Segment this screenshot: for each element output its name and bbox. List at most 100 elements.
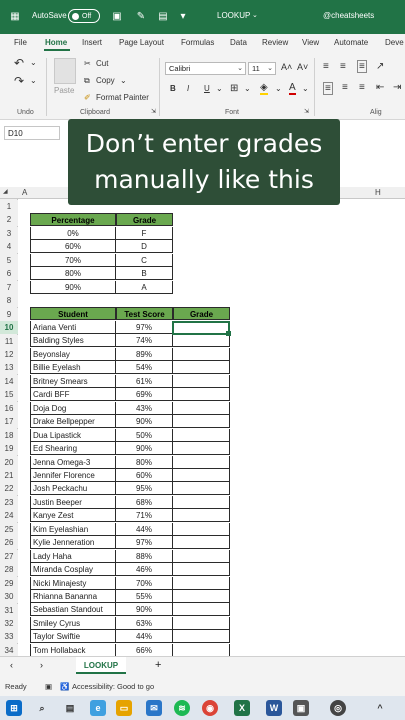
lookup-header-grade[interactable]: Grade — [116, 213, 173, 226]
clipboard-icon[interactable] — [54, 58, 76, 84]
row-number[interactable]: 10 — [0, 321, 18, 335]
test-score-cell[interactable]: 50% — [116, 428, 173, 442]
add-sheet-button[interactable]: + — [155, 659, 161, 671]
student-name-cell[interactable]: Josh Peckachu — [30, 482, 116, 496]
chrome-icon[interactable]: ◉ — [202, 700, 218, 716]
grade-cell[interactable] — [173, 347, 230, 361]
chevron-down-icon[interactable]: ⌄ — [216, 84, 223, 93]
test-score-cell[interactable]: 44% — [116, 522, 173, 536]
dialog-launcher-icon[interactable]: ⇲ — [304, 108, 309, 115]
row-number[interactable]: 6 — [0, 267, 18, 281]
copy-button[interactable]: Copy — [96, 76, 115, 85]
font-name-select[interactable]: Calibri ⌄ — [165, 62, 246, 75]
row-number[interactable]: 25 — [0, 522, 18, 536]
tab-formulas[interactable]: Formulas — [181, 38, 214, 47]
student-name-cell[interactable]: Tom Hollaback — [30, 643, 116, 657]
grade-cell[interactable] — [173, 374, 230, 388]
test-score-cell[interactable]: 88% — [116, 549, 173, 563]
student-name-cell[interactable]: Lady Haha — [30, 549, 116, 563]
save-icon[interactable]: ▣ — [110, 9, 124, 23]
student-name-cell[interactable]: Justin Beeper — [30, 495, 116, 509]
lookup-grade-cell[interactable]: D — [116, 240, 173, 254]
student-name-cell[interactable]: Jennifer Florence — [30, 468, 116, 482]
accessibility-status[interactable]: Accessibility: Good to go — [72, 682, 154, 691]
grade-cell[interactable] — [173, 549, 230, 563]
student-name-cell[interactable]: Taylor Swiftie — [30, 630, 116, 644]
grade-cell[interactable] — [173, 442, 230, 456]
student-name-cell[interactable]: Beyonslay — [30, 347, 116, 361]
shrink-font-icon[interactable]: A˅ — [297, 62, 308, 72]
row-number[interactable]: 16 — [0, 401, 18, 415]
student-name-cell[interactable]: Ed Shearing — [30, 442, 116, 456]
row-number[interactable]: 21 — [0, 469, 18, 482]
lookup-percentage-cell[interactable]: 60% — [30, 240, 116, 254]
test-score-cell[interactable]: 97% — [116, 536, 173, 550]
grade-cell[interactable] — [173, 536, 230, 550]
task-view-icon[interactable]: ▤ — [62, 700, 78, 716]
selected-cell[interactable] — [172, 321, 231, 336]
row-number[interactable]: 24 — [0, 509, 18, 523]
row-number[interactable]: 29 — [0, 576, 18, 590]
students-header-test-score[interactable]: Test Score — [116, 307, 173, 320]
windows-start-icon[interactable]: ⊞ — [6, 700, 22, 716]
row-number[interactable]: 11 — [0, 334, 18, 348]
macro-record-icon[interactable]: ▣ — [45, 682, 52, 691]
bold-button[interactable]: B — [170, 84, 176, 93]
spotify-icon[interactable]: ≋ — [174, 700, 190, 716]
row-number[interactable]: 2 — [0, 213, 18, 227]
row-number[interactable]: 1 — [0, 200, 18, 213]
chevron-down-icon[interactable]: ⌄ — [120, 76, 127, 85]
fill-color-icon[interactable]: ◈ — [260, 82, 268, 95]
grade-cell[interactable] — [173, 630, 230, 644]
fill-handle[interactable] — [226, 331, 231, 336]
row-number[interactable]: 14 — [0, 374, 18, 388]
student-name-cell[interactable]: Dua Lipastick — [30, 428, 116, 442]
align-left-icon[interactable]: ≡ — [323, 82, 333, 95]
test-score-cell[interactable]: 71% — [116, 509, 173, 523]
tab-insert[interactable]: Insert — [82, 38, 102, 47]
name-box[interactable]: D10 — [4, 126, 60, 140]
chevron-down-icon[interactable]: ⌄ — [30, 76, 37, 85]
test-score-cell[interactable]: 68% — [116, 495, 173, 509]
students-header-grade[interactable]: Grade — [173, 307, 230, 320]
orientation-icon[interactable]: ↗ — [376, 61, 384, 72]
row-number[interactable]: 3 — [0, 226, 18, 240]
tab-review[interactable]: Review — [262, 38, 288, 47]
lookup-percentage-cell[interactable]: 90% — [30, 280, 116, 294]
tab-automate[interactable]: Automate — [334, 38, 368, 47]
row-number[interactable]: 30 — [0, 590, 18, 604]
word-icon[interactable]: W — [266, 700, 282, 716]
test-score-cell[interactable]: 80% — [116, 455, 173, 469]
lookup-header-percentage[interactable]: Percentage — [30, 213, 116, 226]
grade-cell[interactable] — [173, 590, 230, 603]
row-number[interactable]: 33 — [0, 630, 18, 644]
grade-cell[interactable] — [173, 522, 230, 536]
grade-cell[interactable] — [173, 415, 230, 429]
chevron-down-icon[interactable]: ⌄ — [244, 84, 251, 93]
align-right-icon[interactable]: ≡ — [359, 82, 365, 93]
indent-icon[interactable]: ⇥ — [393, 82, 401, 93]
test-score-cell[interactable]: 89% — [116, 347, 173, 361]
lookup-grade-cell[interactable]: A — [116, 280, 173, 294]
document-title[interactable]: LOOKUP — [217, 11, 250, 20]
lookup-percentage-cell[interactable]: 0% — [30, 227, 116, 240]
student-name-cell[interactable]: Doja Dog — [30, 401, 116, 415]
student-name-cell[interactable]: Kanye Zest — [30, 509, 116, 523]
grow-font-icon[interactable]: A˄ — [281, 62, 292, 72]
test-score-cell[interactable]: 54% — [116, 361, 173, 375]
test-score-cell[interactable]: 61% — [116, 374, 173, 388]
align-center-icon[interactable]: ≡ — [342, 82, 348, 93]
student-name-cell[interactable]: Rhianna Bananna — [30, 590, 116, 603]
student-name-cell[interactable]: Kylie Jenneration — [30, 536, 116, 550]
column-header-a[interactable]: A — [22, 188, 27, 197]
test-score-cell[interactable]: 63% — [116, 616, 173, 630]
test-score-cell[interactable]: 46% — [116, 563, 173, 577]
row-number[interactable]: 17 — [0, 415, 18, 429]
copy-icon[interactable]: ⧉ — [84, 76, 90, 86]
indent-icon[interactable]: ⇤ — [376, 82, 384, 93]
lookup-grade-cell[interactable]: B — [116, 267, 173, 281]
dialog-launcher-icon[interactable]: ⇲ — [151, 108, 156, 115]
underline-button[interactable]: U — [204, 84, 210, 93]
test-score-cell[interactable]: 95% — [116, 482, 173, 496]
format-painter-button[interactable]: Format Painter — [96, 93, 149, 102]
